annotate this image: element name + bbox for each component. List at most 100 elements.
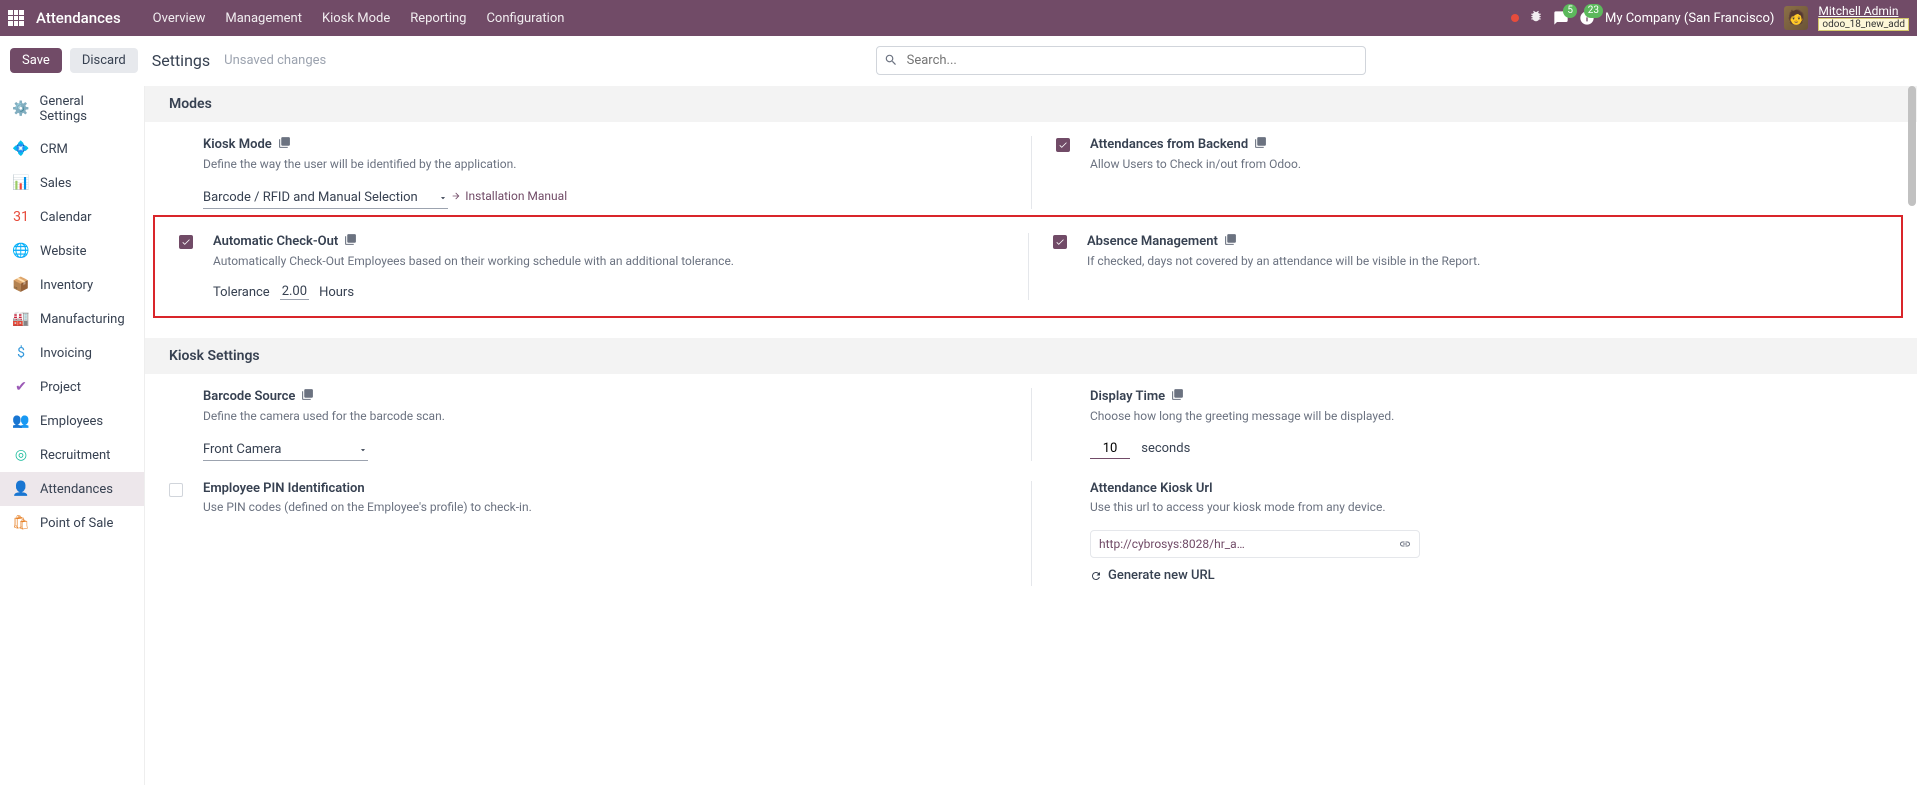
emp-pin-checkbox[interactable] <box>169 483 183 497</box>
app-title: Attendances <box>36 9 121 27</box>
sidebar-item-label: Project <box>40 380 81 395</box>
sidebar-item-label: Invoicing <box>40 346 92 361</box>
chevron-down-icon <box>358 445 368 455</box>
sidebar-icon: ⚙️ <box>12 100 30 118</box>
sidebar-item-crm[interactable]: 💠 CRM <box>0 132 144 166</box>
sidebar-icon: ✔ <box>12 378 30 396</box>
sidebar-item-invoicing[interactable]: $Invoicing <box>0 336 144 370</box>
sidebar-item-label: Calendar <box>40 210 92 225</box>
sidebar-item-label: Sales <box>40 176 72 191</box>
sidebar-icon: 👤 <box>12 480 30 498</box>
company-switcher[interactable]: My Company (San Francisco) <box>1605 11 1774 26</box>
user-avatar[interactable]: 🧑 <box>1784 6 1808 30</box>
link-icon[interactable] <box>1399 538 1411 550</box>
record-indicator-icon[interactable] <box>1511 14 1519 22</box>
developer-icon[interactable] <box>1171 388 1184 405</box>
save-button[interactable]: Save <box>10 48 62 73</box>
topbar: Attendances Overview Management Kiosk Mo… <box>0 0 1917 36</box>
scrollbar-thumb[interactable] <box>1908 86 1916 206</box>
sidebar-icon: 🏭 <box>12 310 30 328</box>
emp-pin-desc: Use PIN codes (defined on the Employee's… <box>203 498 1007 516</box>
sidebar-item-label: CRM <box>40 142 68 157</box>
settings-sidebar: ⚙️General Settings 💠 CRM 📊 Sales 31 Calendar 🌐 W… <box>0 86 145 785</box>
sidebar-item-general-settings[interactable]: ⚙️General Settings <box>0 86 144 132</box>
kiosk-url-title: Attendance Kiosk Url <box>1090 481 1212 496</box>
display-time-title: Display Time <box>1090 389 1165 404</box>
messages-icon[interactable]: 5 <box>1553 10 1569 26</box>
sidebar-item-inventory[interactable]: 📦 Inventory <box>0 268 144 302</box>
sidebar-item-website[interactable]: 🌐 Website <box>0 234 144 268</box>
attendances-backend-checkbox[interactable] <box>1056 138 1070 152</box>
sidebar-item-label: Inventory <box>40 278 93 293</box>
sidebar-item-label: Manufacturing <box>40 312 125 327</box>
discard-button[interactable]: Discard <box>70 48 138 73</box>
bug-icon[interactable] <box>1529 9 1543 27</box>
display-time-input[interactable] <box>1090 439 1130 459</box>
nav-configuration[interactable]: Configuration <box>476 3 574 34</box>
developer-icon[interactable] <box>344 233 357 250</box>
page-title: Settings <box>152 51 210 70</box>
developer-icon[interactable] <box>1224 233 1237 250</box>
developer-icon[interactable] <box>278 136 291 153</box>
sidebar-item-label: Website <box>40 244 87 259</box>
nav-kiosk-mode[interactable]: Kiosk Mode <box>312 3 400 34</box>
absence-mgmt-title: Absence Management <box>1087 234 1218 249</box>
nav-reporting[interactable]: Reporting <box>400 3 476 34</box>
kiosk-mode-desc: Define the way the user will be identifi… <box>203 155 1007 173</box>
barcode-source-dropdown[interactable]: Front Camera <box>203 439 368 461</box>
sidebar-item-manufacturing[interactable]: 🏭 Manufacturing <box>0 302 144 336</box>
auto-checkout-checkbox[interactable] <box>179 235 193 249</box>
messages-badge: 5 <box>1563 4 1577 18</box>
installation-manual-link[interactable]: Installation Manual <box>451 189 567 203</box>
tolerance-unit: Hours <box>319 285 354 300</box>
activities-badge: 23 <box>1584 4 1603 18</box>
user-name: Mitchell Admin <box>1818 5 1909 18</box>
sidebar-item-employees[interactable]: 👥 Employees <box>0 404 144 438</box>
sidebar-item-attendances[interactable]: 👤 Attendances <box>0 472 144 506</box>
absence-mgmt-desc: If checked, days not covered by an atten… <box>1087 252 1877 270</box>
sidebar-icon: 📦 <box>12 276 30 294</box>
apps-launcher-icon[interactable] <box>8 10 24 26</box>
sidebar-icon: 🌐 <box>12 242 30 260</box>
sidebar-item-label: Attendances <box>40 482 113 497</box>
sidebar-item-point-of-sale[interactable]: 🛍Point of Sale <box>0 506 144 540</box>
sidebar-item-label: Employees <box>40 414 103 429</box>
search-input[interactable] <box>876 46 1366 75</box>
nav-overview[interactable]: Overview <box>143 3 216 34</box>
barcode-source-title: Barcode Source <box>203 389 295 404</box>
developer-icon[interactable] <box>1254 136 1267 153</box>
sidebar-icon: 💠 <box>12 140 30 158</box>
chevron-down-icon <box>438 193 448 203</box>
sidebar-item-label: Recruitment <box>40 448 110 463</box>
developer-icon[interactable] <box>301 388 314 405</box>
kiosk-mode-dropdown[interactable]: Barcode / RFID and Manual Selection <box>203 187 448 209</box>
user-info[interactable]: Mitchell Admin odoo_18_new_add <box>1818 5 1909 31</box>
settings-content: Modes Kiosk Mode Define the way the user… <box>145 86 1917 785</box>
sidebar-item-sales[interactable]: 📊 Sales <box>0 166 144 200</box>
generate-url-button[interactable]: Generate new URL <box>1090 568 1215 583</box>
sidebar-icon: 31 <box>12 208 30 226</box>
attendances-backend-title: Attendances from Backend <box>1090 137 1248 152</box>
nav-management[interactable]: Management <box>215 3 312 34</box>
tolerance-input[interactable]: 2.00 <box>280 284 309 300</box>
sidebar-icon: ◎ <box>12 446 30 464</box>
sidebar-item-project[interactable]: ✔ Project <box>0 370 144 404</box>
section-kiosk-header: Kiosk Settings <box>145 338 1917 374</box>
sidebar-icon: 👥 <box>12 412 30 430</box>
tolerance-label: Tolerance <box>213 285 270 300</box>
activities-icon[interactable]: 23 <box>1579 10 1595 26</box>
kiosk-url-field[interactable]: http://cybrosys:8028/hr_a… <box>1090 530 1420 558</box>
sidebar-icon: 📊 <box>12 174 30 192</box>
action-bar: Save Discard Settings Unsaved changes <box>0 36 1917 86</box>
highlighted-settings-box: Automatic Check-Out Automatically Check-… <box>153 215 1903 318</box>
emp-pin-title: Employee PIN Identification <box>203 481 365 496</box>
sidebar-item-label: Point of Sale <box>40 516 113 531</box>
search-icon <box>884 53 898 67</box>
section-modes-header: Modes <box>145 86 1917 122</box>
auto-checkout-desc: Automatically Check-Out Employees based … <box>213 252 1004 270</box>
sidebar-item-recruitment[interactable]: ◎ Recruitment <box>0 438 144 472</box>
scrollbar[interactable] <box>1907 86 1917 785</box>
sidebar-item-calendar[interactable]: 31 Calendar <box>0 200 144 234</box>
display-time-desc: Choose how long the greeting message wil… <box>1090 407 1893 425</box>
absence-mgmt-checkbox[interactable] <box>1053 235 1067 249</box>
